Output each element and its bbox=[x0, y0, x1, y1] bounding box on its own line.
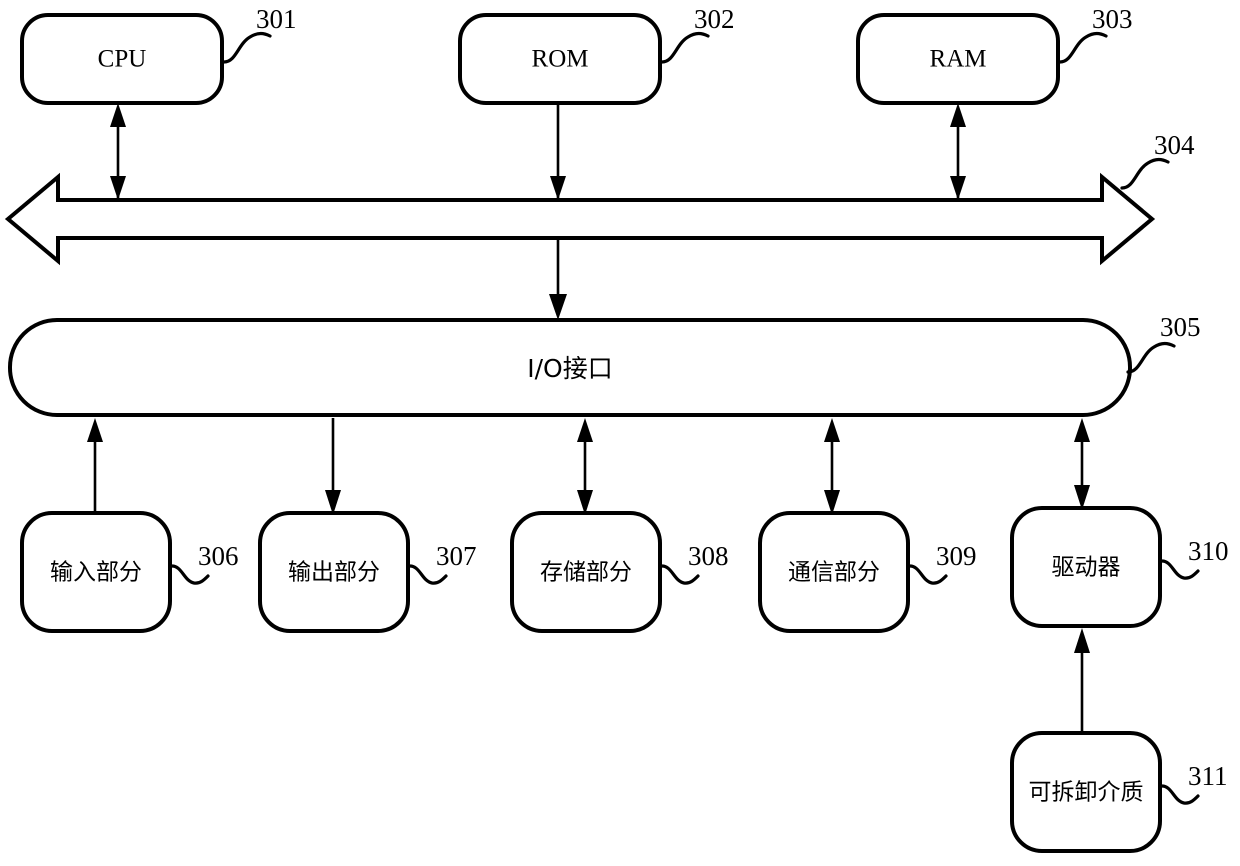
block-cpu-label: CPU bbox=[98, 46, 147, 73]
block-input-section-label: 输入部分 bbox=[50, 560, 142, 586]
leader-line-303 bbox=[1058, 31, 1108, 64]
leader-line-304 bbox=[1120, 157, 1170, 190]
block-cpu[interactable]: CPU bbox=[20, 13, 224, 105]
architecture-diagram: CPU 301 ROM 302 RAM 303 304 I/O接口 305 输入… bbox=[4, 4, 1229, 853]
block-storage-section[interactable]: 存储部分 bbox=[510, 511, 662, 633]
ref-number-307: 307 bbox=[436, 541, 477, 571]
block-ram-label: RAM bbox=[930, 46, 987, 73]
block-driver[interactable]: 驱动器 bbox=[1010, 506, 1162, 628]
ref-number-308: 308 bbox=[688, 541, 729, 571]
io-interface-bar[interactable]: I/O接口 bbox=[8, 318, 1132, 417]
ref-number-310: 310 bbox=[1188, 536, 1229, 566]
block-rom-label: ROM bbox=[532, 46, 589, 73]
ref-number-301: 301 bbox=[256, 4, 297, 34]
block-input-section[interactable]: 输入部分 bbox=[20, 511, 172, 633]
leader-line-301 bbox=[222, 31, 272, 64]
block-removable-media-label: 可拆卸介质 bbox=[1029, 780, 1144, 806]
connector-io-storage bbox=[577, 418, 593, 515]
connector-media-driver bbox=[1074, 628, 1090, 733]
bus-shape bbox=[4, 172, 1156, 266]
io-interface-label: I/O接口 bbox=[527, 354, 612, 383]
connector-cpu-bus bbox=[110, 103, 126, 200]
connector-ram-bus bbox=[950, 103, 966, 200]
block-driver-label: 驱动器 bbox=[1052, 555, 1121, 581]
ref-number-303: 303 bbox=[1092, 4, 1133, 34]
block-storage-section-label: 存储部分 bbox=[540, 560, 632, 586]
ref-number-306: 306 bbox=[198, 541, 239, 571]
connector-io-communication bbox=[824, 418, 840, 515]
leader-line-302 bbox=[660, 31, 710, 64]
block-removable-media[interactable]: 可拆卸介质 bbox=[1010, 731, 1162, 853]
connector-io-input bbox=[87, 418, 103, 515]
ref-number-305: 305 bbox=[1160, 312, 1201, 342]
ref-number-311: 311 bbox=[1188, 761, 1228, 791]
block-rom[interactable]: ROM bbox=[458, 13, 662, 105]
block-output-section-label: 输出部分 bbox=[288, 560, 380, 586]
bus-304[interactable] bbox=[4, 172, 1156, 266]
block-ram[interactable]: RAM bbox=[856, 13, 1060, 105]
ref-number-302: 302 bbox=[694, 4, 735, 34]
connector-bus-io bbox=[549, 240, 567, 320]
block-output-section[interactable]: 输出部分 bbox=[258, 511, 410, 633]
connector-io-output bbox=[325, 418, 341, 515]
leader-line-305 bbox=[1126, 341, 1176, 374]
connector-rom-bus bbox=[550, 105, 566, 200]
block-communication-section[interactable]: 通信部分 bbox=[758, 511, 910, 633]
ref-number-309: 309 bbox=[936, 541, 977, 571]
block-communication-section-label: 通信部分 bbox=[788, 560, 880, 586]
diagram-canvas: CPU 301 ROM 302 RAM 303 304 I/O接口 305 输入… bbox=[0, 0, 1240, 866]
connector-io-driver bbox=[1074, 418, 1090, 510]
ref-number-304: 304 bbox=[1154, 130, 1195, 160]
